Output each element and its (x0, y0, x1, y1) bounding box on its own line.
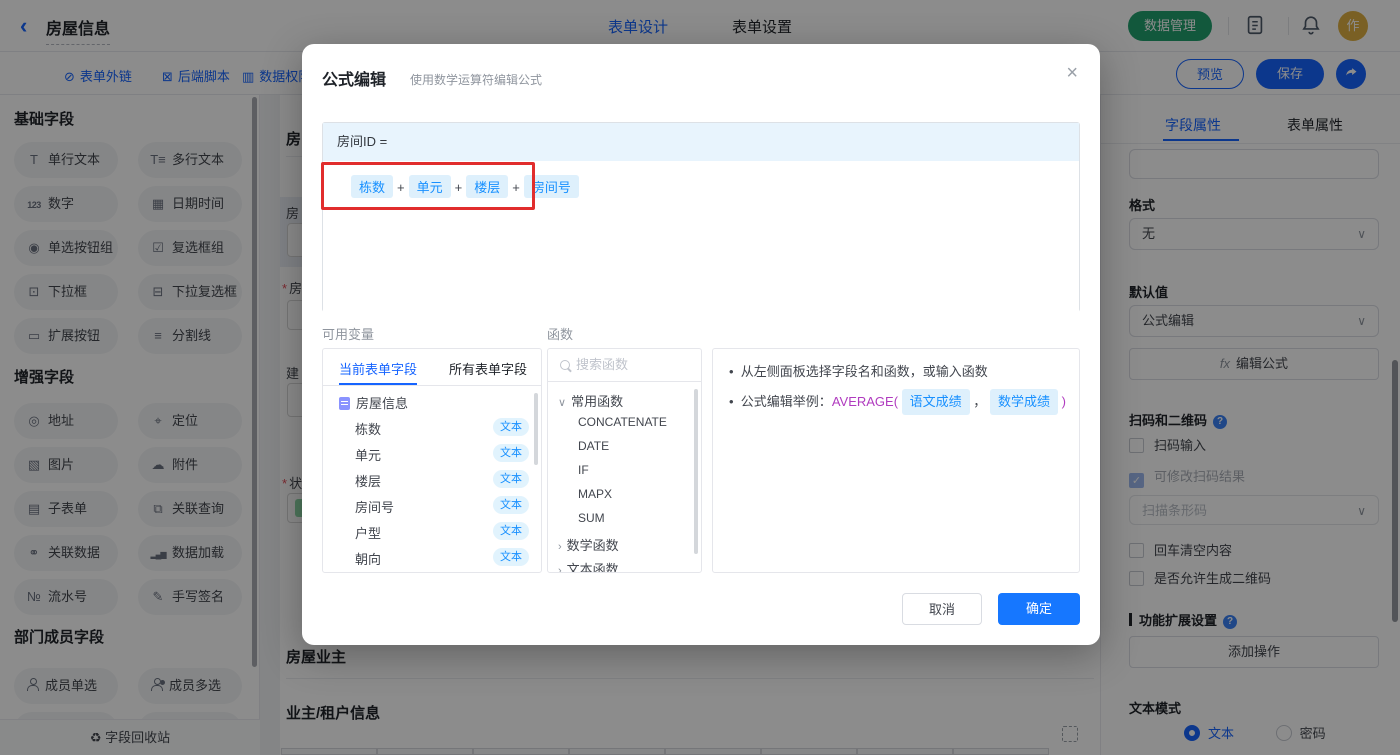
example-chip: 语文成绩 (901, 389, 970, 415)
tip-line: • 从左侧面板选择字段名和函数，或输入函数 (729, 364, 988, 379)
functions-scrollbar[interactable] (694, 389, 698, 554)
variables-scrollbar[interactable] (534, 393, 538, 465)
modal-title: 公式编辑 (322, 72, 387, 89)
variable-row[interactable]: 楼层 (355, 471, 381, 490)
tip-example-line: • 公式编辑举例：AVERAGE( 语文成绩 ， 数学成绩 ) (729, 389, 1066, 415)
formula-chip[interactable]: 单元 (408, 175, 451, 198)
formula-chip[interactable]: 栋数 (351, 175, 394, 198)
variable-row[interactable]: 房间号 (355, 497, 394, 516)
cancel-button[interactable]: 取消 (902, 593, 982, 625)
plus-operator: + (397, 180, 405, 195)
function-item[interactable]: DATE (578, 439, 609, 453)
formula-edit-modal: 公式编辑 使用数学运算符编辑公式 × 房间ID = 栋数 + 单元 + 楼层 + 房间号 可… (302, 44, 1100, 645)
function-item[interactable]: SUM (578, 511, 605, 525)
divider (323, 385, 541, 386)
formula-input-area[interactable]: 栋数 + 单元 + 楼层 + 房间号 (323, 161, 1079, 313)
caret-down-icon: ∨ (558, 397, 567, 409)
function-name: AVERAGE( (831, 394, 899, 409)
variable-row[interactable]: 单元 (355, 445, 381, 464)
formula-editor: 房间ID = 栋数 + 单元 + 楼层 + 房间号 (322, 122, 1080, 313)
variables-panel: 当前表单字段 所有表单字段 房屋信息 栋数 文本 单元 文本 楼层 文本 房间号 文本 … (322, 348, 542, 573)
type-badge: 文本 (493, 522, 529, 540)
function-item[interactable]: MAPX (578, 487, 612, 501)
variable-row[interactable]: 朝向 (355, 549, 381, 568)
caret-right-icon: › (558, 541, 562, 553)
tab-current-form-fields[interactable]: 当前表单字段 (339, 359, 417, 378)
divider (548, 381, 701, 382)
function-item[interactable]: IF (578, 463, 589, 477)
example-chip: 数学成绩 (989, 389, 1058, 415)
group-math-functions[interactable]: › 数学函数 (558, 535, 619, 554)
formula-target: 房间ID = (323, 123, 1079, 161)
plus-operator: + (512, 180, 520, 195)
confirm-button[interactable]: 确定 (998, 593, 1080, 625)
search-icon (560, 360, 572, 372)
function-search-input[interactable] (576, 357, 691, 372)
tab-all-form-fields[interactable]: 所有表单字段 (449, 359, 527, 378)
tips-panel: • 从左侧面板选择字段名和函数，或输入函数 • 公式编辑举例：AVERAGE( … (712, 348, 1080, 573)
variable-row[interactable]: 栋数 (355, 419, 381, 438)
close-icon[interactable]: × (1066, 62, 1078, 85)
formula-chip[interactable]: 房间号 (523, 175, 579, 198)
form-doc-icon (339, 397, 350, 410)
functions-panel: ∨常用函数 CONCATENATE DATE IF MAPX SUM ›数学函数… (547, 348, 702, 573)
form-designer-app: ‹ 房屋信息 表单设计 表单设置 数据管理 作 ⊘ 表单外链 ⊠ 后端脚本 ▥ 数据权… (0, 0, 1400, 755)
variable-row[interactable]: 户型 (355, 523, 381, 542)
type-badge: 文本 (493, 444, 529, 462)
function-item[interactable]: CONCATENATE (578, 415, 667, 429)
group-common-functions[interactable]: ∨ 常用函数 (558, 391, 623, 410)
type-badge: 文本 (493, 470, 529, 488)
modal-subtitle: 使用数学运算符编辑公式 (410, 73, 543, 87)
variables-label: 可用变量 (322, 327, 375, 342)
caret-right-icon: › (558, 565, 562, 573)
group-text-functions[interactable]: › 文本函数 (558, 559, 619, 573)
type-badge: 文本 (493, 496, 529, 514)
type-badge: 文本 (493, 418, 529, 436)
plus-operator: + (454, 180, 463, 195)
formula-chip[interactable]: 楼层 (466, 175, 509, 198)
type-badge: 文本 (493, 548, 529, 566)
functions-label: 函数 (547, 327, 574, 342)
form-node[interactable]: 房屋信息 (339, 393, 408, 412)
